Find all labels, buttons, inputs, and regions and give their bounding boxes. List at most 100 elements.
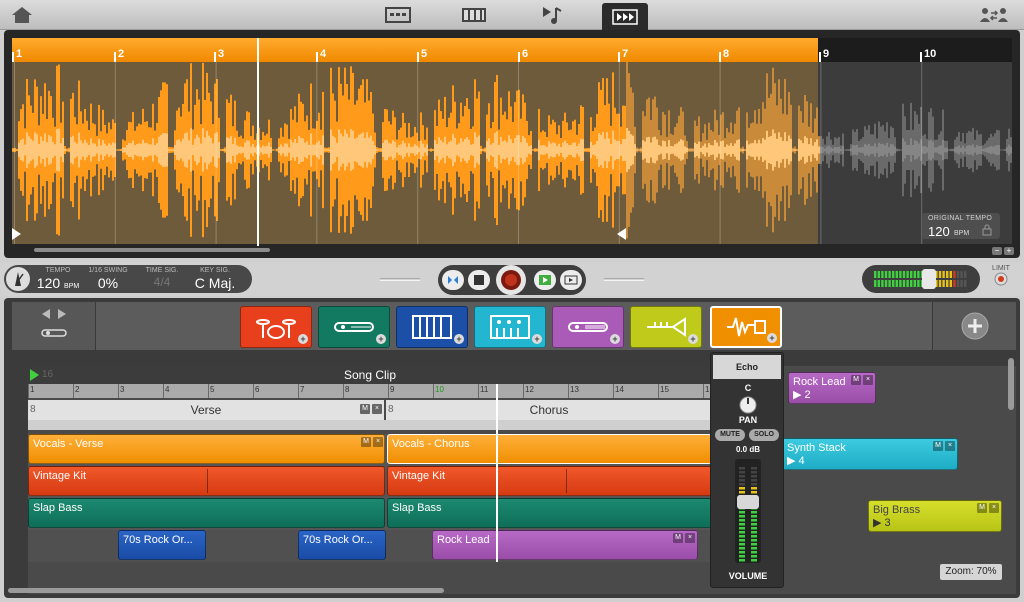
clip-70s-rock-organ[interactable]: 70s Rock Or... [298, 530, 386, 560]
add-instrument-icon[interactable]: + [532, 334, 542, 344]
playhead[interactable] [257, 38, 259, 246]
ruler-number: 6 [255, 385, 260, 394]
clip-rock-lead[interactable]: Rock Lead M × [432, 530, 698, 560]
zoom-in-button[interactable]: + [1004, 247, 1014, 255]
prev-next-arrows-icon[interactable] [40, 308, 68, 320]
clip-mute-button[interactable]: M [933, 441, 943, 451]
arrangement-horizontal-scrollbar[interactable] [8, 588, 444, 593]
clip-synth-stack[interactable]: Synth Stack ▶ 4 M × [782, 438, 958, 470]
timeline-ruler[interactable]: 1 2 3 4 5 6 7 8 9 10 [12, 38, 1012, 62]
song-view-icon[interactable] [602, 3, 648, 30]
arrangement-playhead[interactable] [496, 384, 498, 562]
clip-close-button[interactable]: × [863, 375, 873, 385]
waveform-core [100, 145, 102, 155]
pan-knob[interactable] [738, 395, 758, 415]
metronome-icon[interactable] [6, 267, 30, 291]
add-track-button[interactable] [932, 302, 1016, 350]
clip-rock-lead-floating[interactable]: Rock Lead ▶ 2 M × [788, 372, 876, 404]
mute-button[interactable]: MUTE [715, 429, 745, 441]
clip-mute-button[interactable]: M [851, 375, 861, 385]
export-button[interactable] [560, 270, 582, 290]
clip-mute-button[interactable]: M [673, 533, 683, 543]
pan-value: C [744, 383, 752, 393]
song-clip-bar[interactable]: 16 Song Clip [28, 366, 712, 384]
volume-fader[interactable] [735, 459, 761, 563]
waveform-core [762, 138, 764, 162]
editor-horizontal-scrollbar[interactable] [34, 248, 270, 252]
clip-slap-bass[interactable]: Slap Bass [28, 498, 385, 528]
clip-vocals-chorus[interactable]: Vocals - Chorus [387, 434, 712, 464]
ruler-tick [343, 384, 344, 398]
waveform-area[interactable] [12, 62, 1012, 244]
bar-gridline [618, 62, 620, 244]
section-close-button[interactable]: × [372, 404, 382, 414]
keys-instrument-button[interactable]: + [396, 306, 468, 348]
clip-close-button[interactable]: × [989, 503, 999, 513]
clip-mute-button[interactable]: M [977, 503, 987, 513]
timesig-display[interactable]: TIME SIG. 4/4 [142, 267, 182, 289]
play-marker-icon[interactable] [30, 369, 40, 381]
brass-instrument-button[interactable]: + [630, 306, 702, 348]
meter-segment [964, 280, 967, 287]
clip-close-button[interactable]: × [685, 533, 695, 543]
clip-big-brass[interactable]: Big Brass ▶ 3 M × [868, 500, 1002, 532]
waveform-core [754, 140, 756, 160]
play-button[interactable] [534, 270, 556, 290]
loop-start-marker[interactable] [12, 228, 22, 240]
song-ruler[interactable]: 12345678910111213141516 [28, 384, 714, 398]
waveform-core [818, 146, 820, 154]
sequencer-icon[interactable] [384, 3, 412, 27]
guitar-small-icon[interactable] [40, 326, 68, 340]
clip-70s-rock-organ[interactable]: 70s Rock Or... [118, 530, 206, 560]
loop-region-bar[interactable] [12, 38, 818, 62]
section-chorus[interactable]: 8 Chorus [386, 400, 712, 420]
users-swap-icon[interactable] [978, 4, 1010, 26]
guitar-instrument-button[interactable]: + [552, 306, 624, 348]
add-instrument-icon[interactable]: + [454, 334, 464, 344]
clip-slap-bass[interactable]: Slap Bass [387, 498, 712, 528]
solo-button[interactable]: SOLO [749, 429, 779, 441]
clip-vocals-verse[interactable]: Vocals - Verse M × [28, 434, 385, 464]
clip-vintage-kit[interactable]: Vintage Kit [28, 466, 385, 496]
waveform-core [856, 144, 858, 156]
add-instrument-icon[interactable]: + [688, 334, 698, 344]
drums-instrument-button[interactable]: + [240, 306, 312, 348]
bass-instrument-button[interactable]: + [318, 306, 390, 348]
add-instrument-icon[interactable]: + [376, 334, 386, 344]
fader-knob[interactable] [737, 495, 759, 509]
limit-indicator-icon[interactable] [994, 272, 1008, 286]
clip-mute-button[interactable]: M [361, 437, 371, 447]
note-icon[interactable] [538, 3, 566, 27]
waveform-core [322, 135, 324, 165]
stop-button[interactable] [468, 270, 490, 290]
clip-vintage-kit[interactable]: Vintage Kit [387, 466, 712, 496]
section-verse[interactable]: 8 Verse M × [28, 400, 384, 420]
synth-instrument-button[interactable]: + [474, 306, 546, 348]
waveform-core [784, 132, 786, 168]
swing-display[interactable]: 1/16 SWING 0% [86, 267, 130, 291]
section-mute-button[interactable]: M [360, 404, 370, 414]
add-instrument-icon[interactable]: + [610, 334, 620, 344]
audio-instrument-button[interactable]: + [710, 306, 782, 348]
clip-close-button[interactable]: × [373, 437, 383, 447]
lock-icon[interactable] [982, 224, 992, 236]
tempo-display[interactable]: TEMPO 120 BPM [36, 267, 80, 291]
arrangement-vertical-scrollbar[interactable] [1008, 358, 1014, 410]
clip-close-button[interactable]: × [945, 441, 955, 451]
keysig-display[interactable]: KEY SIG. C Maj. [190, 267, 240, 291]
home-icon[interactable] [8, 3, 36, 27]
record-button[interactable] [496, 265, 526, 295]
keyboard-icon[interactable] [460, 3, 488, 27]
waveform-core [358, 134, 360, 166]
limit-control[interactable]: LIMIT [984, 265, 1018, 293]
waveform-core [760, 143, 762, 157]
loop-end-marker[interactable] [616, 228, 626, 240]
add-instrument-icon[interactable]: + [767, 333, 777, 343]
waveform-core [612, 130, 614, 170]
zoom-out-button[interactable]: − [992, 247, 1002, 255]
master-volume-knob[interactable] [922, 269, 936, 289]
loop-button[interactable] [442, 270, 464, 290]
waveform-core [936, 147, 938, 153]
arrangement-grid[interactable]: 16 Song Clip 12345678910111213141516 8 V… [28, 366, 1016, 594]
add-instrument-icon[interactable]: + [298, 334, 308, 344]
